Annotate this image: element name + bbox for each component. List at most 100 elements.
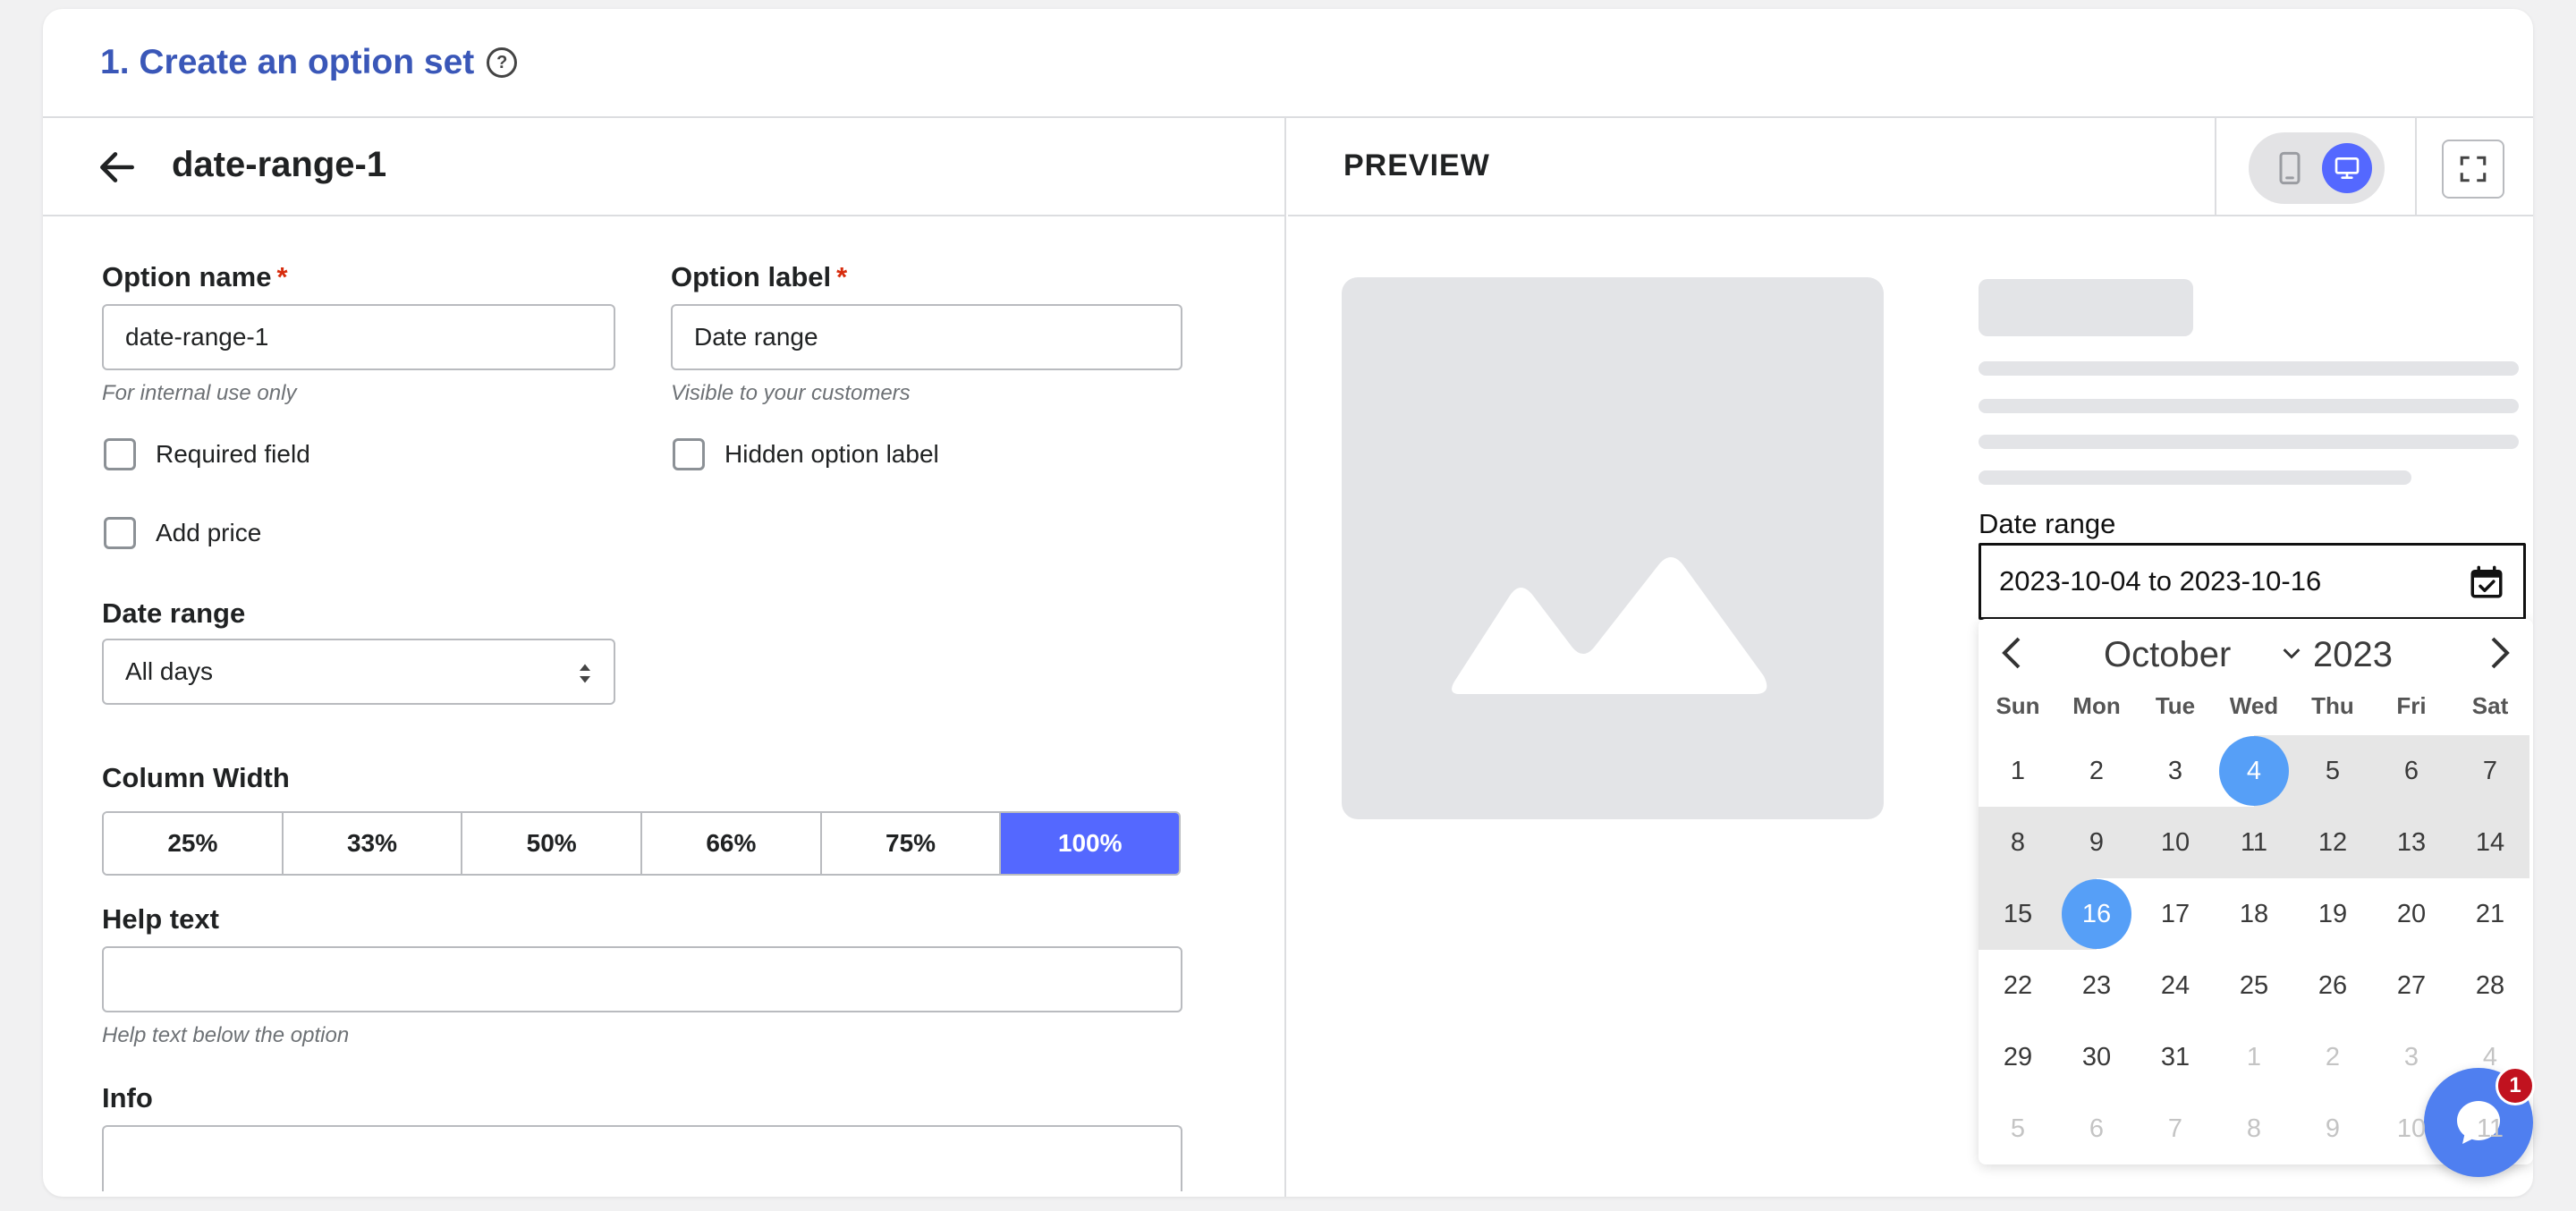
- calendar-day-range-start[interactable]: 4: [2215, 735, 2293, 807]
- add-price-text: Add price: [156, 519, 262, 546]
- hidden-label-checkbox-row[interactable]: Hidden option label: [673, 438, 939, 470]
- column-width-50[interactable]: 50%: [462, 813, 643, 874]
- calendar-day[interactable]: 9: [2057, 807, 2136, 878]
- calendar-weekdays: Sun Mon Tue Wed Thu Fri Sat: [1979, 692, 2533, 728]
- calendar-day[interactable]: 21: [2451, 878, 2529, 950]
- required-field-checkbox-row[interactable]: Required field: [104, 438, 310, 470]
- weekday-label: Fri: [2396, 692, 2427, 719]
- calendar-day[interactable]: 19: [2293, 878, 2372, 950]
- calendar-day-next-month[interactable]: 7: [2136, 1093, 2215, 1164]
- preview-date-range-input[interactable]: 2023-10-04 to 2023-10-16: [1979, 543, 2526, 620]
- calendar-day[interactable]: 2: [2057, 735, 2136, 807]
- calendar-day[interactable]: 7: [2451, 735, 2529, 807]
- help-icon[interactable]: ?: [487, 47, 518, 78]
- add-price-checkbox[interactable]: [104, 517, 136, 549]
- calendar-day[interactable]: 27: [2372, 950, 2451, 1021]
- calendar-day[interactable]: 25: [2215, 950, 2293, 1021]
- option-label-label: Option label *: [671, 261, 847, 293]
- calendar-day[interactable]: 5: [2293, 735, 2372, 807]
- option-name-input[interactable]: date-range-1: [102, 304, 615, 370]
- preview-date-range-label: Date range: [1979, 508, 2116, 539]
- preview-header: PREVIEW: [1288, 118, 2533, 216]
- calendar-day-next-month[interactable]: 8: [2215, 1093, 2293, 1164]
- calendar-day[interactable]: 14: [2451, 807, 2529, 878]
- option-name-value: date-range-1: [125, 323, 269, 351]
- preview-date-range-value: 2023-10-04 to 2023-10-16: [1999, 565, 2322, 597]
- back-arrow-icon[interactable]: [95, 145, 140, 190]
- calendar-day-next-month[interactable]: 3: [2372, 1021, 2451, 1093]
- info-label: Info: [102, 1082, 153, 1114]
- calendar-day-range-end[interactable]: 16: [2057, 878, 2136, 950]
- option-editor: date-range-1 Option name * date-range-1 F…: [43, 118, 1286, 1197]
- calendar-day-next-month[interactable]: 9: [2293, 1093, 2372, 1164]
- column-width-100[interactable]: 100%: [1001, 813, 1179, 874]
- date-range-select[interactable]: All days: [102, 639, 615, 705]
- calendar-day[interactable]: 3: [2136, 735, 2215, 807]
- calendar-day-next-month[interactable]: 5: [1979, 1093, 2057, 1164]
- column-width-label: Column Width: [102, 762, 290, 793]
- calendar-month[interactable]: October: [2104, 635, 2231, 675]
- weekday-label: Thu: [2311, 692, 2354, 719]
- required-field-checkbox[interactable]: [104, 438, 136, 470]
- help-text-input[interactable]: [102, 946, 1182, 1012]
- calendar-day-next-month[interactable]: 2: [2293, 1021, 2372, 1093]
- chat-notification-badge: 1: [2496, 1066, 2535, 1105]
- required-mark: *: [276, 261, 288, 292]
- title-skeleton: [1979, 279, 2193, 336]
- calendar-day[interactable]: 12: [2293, 807, 2372, 878]
- calendar-day[interactable]: 13: [2372, 807, 2451, 878]
- column-width-75[interactable]: 75%: [821, 813, 1002, 874]
- chevron-down-icon[interactable]: [2281, 646, 2302, 662]
- chevron-right-icon[interactable]: [2487, 635, 2513, 671]
- calendar-day[interactable]: 10: [2136, 807, 2215, 878]
- option-label-value: Date range: [694, 323, 818, 351]
- weekday-label: Mon: [2072, 692, 2121, 719]
- calendar-day[interactable]: 17: [2136, 878, 2215, 950]
- text-skeleton-line: [1979, 435, 2519, 449]
- calendar-day[interactable]: 1: [1979, 735, 2057, 807]
- hidden-label-checkbox[interactable]: [673, 438, 705, 470]
- column-width-33[interactable]: 33%: [283, 813, 463, 874]
- calendar-day[interactable]: 29: [1979, 1021, 2057, 1093]
- column-width-66[interactable]: 66%: [642, 813, 822, 874]
- calendar-day[interactable]: 15: [1979, 878, 2057, 950]
- date-range-selected: All days: [125, 657, 214, 685]
- calendar-day[interactable]: 26: [2293, 950, 2372, 1021]
- calendar-week: 1 2 3 4 5 6 7: [1979, 735, 2533, 807]
- text-skeleton-line: [1979, 470, 2411, 485]
- help-text-hint: Help text below the option: [102, 1023, 350, 1047]
- option-label-input[interactable]: Date range: [671, 304, 1182, 370]
- required-mark: *: [836, 261, 848, 292]
- desktop-icon: [2334, 157, 2360, 179]
- column-width-25[interactable]: 25%: [104, 813, 284, 874]
- calendar-day[interactable]: 23: [2057, 950, 2136, 1021]
- mobile-icon[interactable]: [2272, 150, 2308, 186]
- calendar-day[interactable]: 24: [2136, 950, 2215, 1021]
- calendar-year[interactable]: 2023: [2313, 635, 2393, 675]
- option-label-hint: Visible to your customers: [671, 381, 911, 405]
- add-price-checkbox-row[interactable]: Add price: [104, 517, 261, 549]
- expand-icon: [2460, 156, 2487, 182]
- calendar-day-next-month[interactable]: 6: [2057, 1093, 2136, 1164]
- chevron-left-icon[interactable]: [1998, 635, 2025, 671]
- date-range-label: Date range: [102, 597, 246, 629]
- calendar-day[interactable]: 18: [2215, 878, 2293, 950]
- text-skeleton-line: [1979, 361, 2519, 376]
- product-image-placeholder: [1342, 277, 1884, 819]
- calendar-day[interactable]: 8: [1979, 807, 2057, 878]
- calendar-check-icon[interactable]: [2468, 563, 2505, 601]
- desktop-view-button[interactable]: [2322, 143, 2372, 193]
- calendar-day[interactable]: 30: [2057, 1021, 2136, 1093]
- calendar-day[interactable]: 22: [1979, 950, 2057, 1021]
- fullscreen-button[interactable]: [2442, 140, 2504, 199]
- calendar-day[interactable]: 28: [2451, 950, 2529, 1021]
- hidden-label-text: Hidden option label: [724, 440, 939, 468]
- calendar-day[interactable]: 11: [2215, 807, 2293, 878]
- option-name-label-text: Option name: [102, 261, 272, 292]
- calendar-day[interactable]: 31: [2136, 1021, 2215, 1093]
- calendar-day[interactable]: 20: [2372, 878, 2451, 950]
- calendar-day[interactable]: 6: [2372, 735, 2451, 807]
- calendar-day-next-month[interactable]: 1: [2215, 1021, 2293, 1093]
- info-input[interactable]: [102, 1125, 1182, 1191]
- weekday-label: Sun: [1996, 692, 2040, 719]
